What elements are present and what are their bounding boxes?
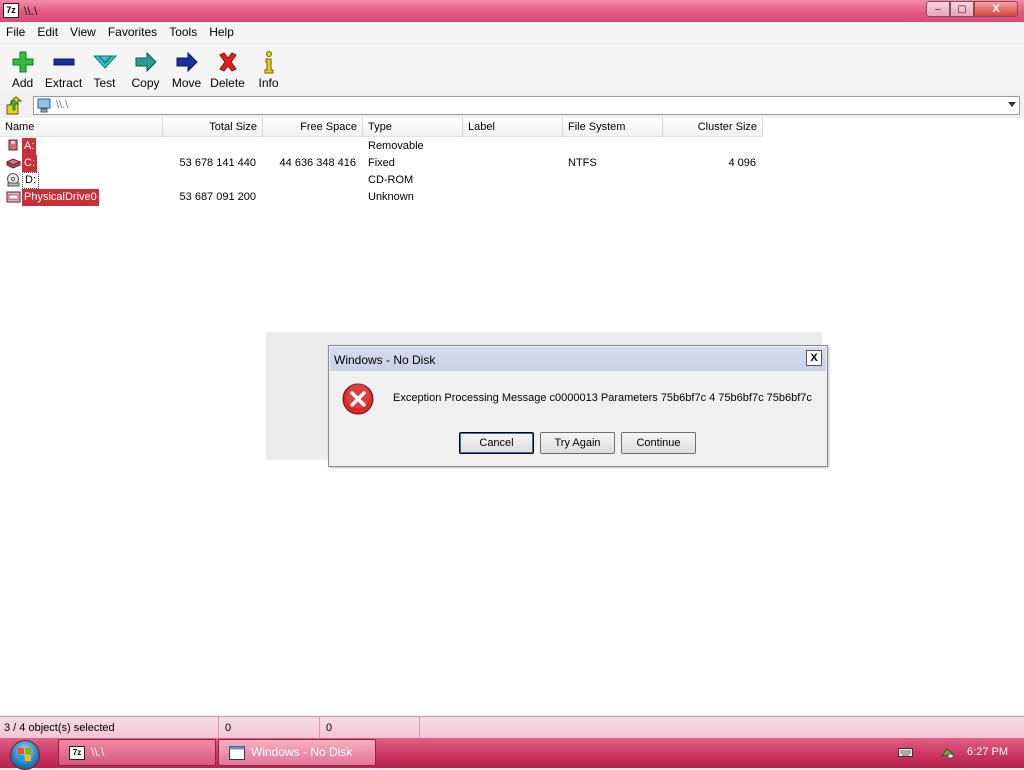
item-name: PhysicalDrive0 [22,189,99,206]
address-field[interactable]: \\.\ [33,96,1020,115]
taskbar-item-7zip[interactable]: 7z \\.\ [58,739,216,766]
window-icon [229,746,245,760]
close-button[interactable]: X [974,1,1018,17]
menu-bar: File Edit View Favorites Tools Help [0,22,1024,43]
close-icon: X [992,3,1000,15]
status-packed: 0 [322,717,420,739]
column-total-size[interactable]: Total Size [163,118,263,137]
continue-button[interactable]: Continue [621,432,696,454]
network-icon[interactable] [940,746,955,759]
minimize-button[interactable]: – [926,1,950,17]
hard-drive-icon [6,158,21,169]
item-name: C: [22,155,37,172]
item-type: Removable [368,140,424,152]
item-total-size: 53 678 141 440 [179,157,256,169]
dialog-close-button[interactable]: X [806,350,822,366]
start-button[interactable] [10,740,40,770]
column-type[interactable]: Type [363,118,463,137]
menu-view[interactable]: View [64,22,102,43]
item-type: Fixed [368,157,395,169]
minimize-icon: – [935,3,941,15]
status-size: 0 [221,717,320,739]
column-free-space[interactable]: Free Space [263,118,363,137]
copy-button[interactable]: Copy [125,44,166,92]
item-name: A: [22,138,37,155]
menu-tools[interactable]: Tools [163,22,203,43]
windows-logo-icon [18,748,31,761]
list-item[interactable]: C: 53 678 141 440 44 636 348 416 Fixed N… [0,155,1024,172]
column-cluster-size[interactable]: Cluster Size [663,118,763,137]
address-row: \\.\ [0,94,1024,118]
window-controls: – ▢ X [926,1,1018,18]
delete-button[interactable]: Delete [207,44,248,92]
computer-icon [37,98,51,113]
column-name[interactable]: Name [0,118,163,137]
delete-icon [218,52,237,72]
try-again-button[interactable]: Try Again [540,432,615,454]
app-icon: 7z [3,3,19,18]
menu-file[interactable]: File [0,22,31,43]
info-label: Info [258,76,279,90]
item-total-size: 53 687 091 200 [179,191,256,203]
maximize-icon: ▢ [957,3,967,15]
add-label: Add [11,76,34,90]
copy-icon [135,51,157,73]
dialog-message: Exception Processing Message c0000013 Pa… [393,392,812,404]
removable-drive-icon [8,139,18,151]
delete-label: Delete [210,76,245,90]
no-disk-dialog: Windows - No Disk X Exception Processing… [328,345,828,467]
column-label[interactable]: Label [463,118,563,137]
menu-help[interactable]: Help [203,22,240,43]
cancel-button[interactable]: Cancel [459,432,534,454]
item-file-system: NTFS [568,157,597,169]
extract-icon [53,58,74,66]
keyboard-icon[interactable] [898,746,913,759]
add-button[interactable]: Add [2,44,43,92]
dialog-title: Windows - No Disk [334,353,436,367]
maximize-button[interactable]: ▢ [950,1,974,17]
extract-button[interactable]: Extract [43,44,84,92]
status-bar: 3 / 4 object(s) selected 0 0 [0,716,1024,739]
list-item[interactable]: PhysicalDrive0 53 687 091 200 Unknown [0,189,1024,206]
physical-drive-icon [6,191,21,203]
column-file-system[interactable]: File System [563,118,663,137]
move-button[interactable]: Move [166,44,207,92]
move-label: Move [171,76,202,90]
taskbar-item-label: \\.\ [91,745,105,759]
item-free-space: 44 636 348 416 [279,157,356,169]
item-name: D: [22,172,39,189]
item-type: Unknown [368,191,414,203]
cd-rom-icon [7,173,20,187]
add-icon [12,51,33,73]
close-icon: X [810,352,818,364]
status-selection: 3 / 4 object(s) selected [0,717,219,739]
toolbar: Add Extract Test Copy Move Delete Info [0,44,1024,92]
info-button[interactable]: Info [248,44,289,92]
up-folder-icon[interactable] [4,96,24,116]
chevron-down-icon[interactable] [1008,102,1016,107]
clock[interactable]: 6:27 PM [967,746,1008,758]
window-titlebar[interactable]: 7z \\.\ – ▢ X [0,0,1024,22]
error-icon [342,383,374,415]
taskbar-item-label: Windows - No Disk [251,745,353,759]
dialog-titlebar[interactable]: Windows - No Disk X [330,347,826,371]
copy-label: Copy [131,76,160,90]
app-icon: 7z [69,746,85,760]
extract-label: Extract [44,76,83,90]
menu-edit[interactable]: Edit [31,22,64,43]
menu-favorites[interactable]: Favorites [102,22,163,43]
window-title: \\.\ [24,4,38,18]
test-icon [92,55,117,69]
move-icon [176,51,198,73]
info-icon [264,51,273,74]
test-label: Test [93,76,116,90]
item-type: CD-ROM [368,174,414,186]
taskbar-item-no-disk[interactable]: Windows - No Disk [218,739,376,766]
test-button[interactable]: Test [84,44,125,92]
list-item[interactable]: D: CD-ROM [0,172,1024,189]
taskbar: 7z \\.\ Windows - No Disk 6:27 PM [0,738,1024,770]
list-item[interactable]: A: Removable [0,138,1024,155]
item-cluster-size: 4 096 [728,157,756,169]
address-value: \\.\ [56,99,69,111]
